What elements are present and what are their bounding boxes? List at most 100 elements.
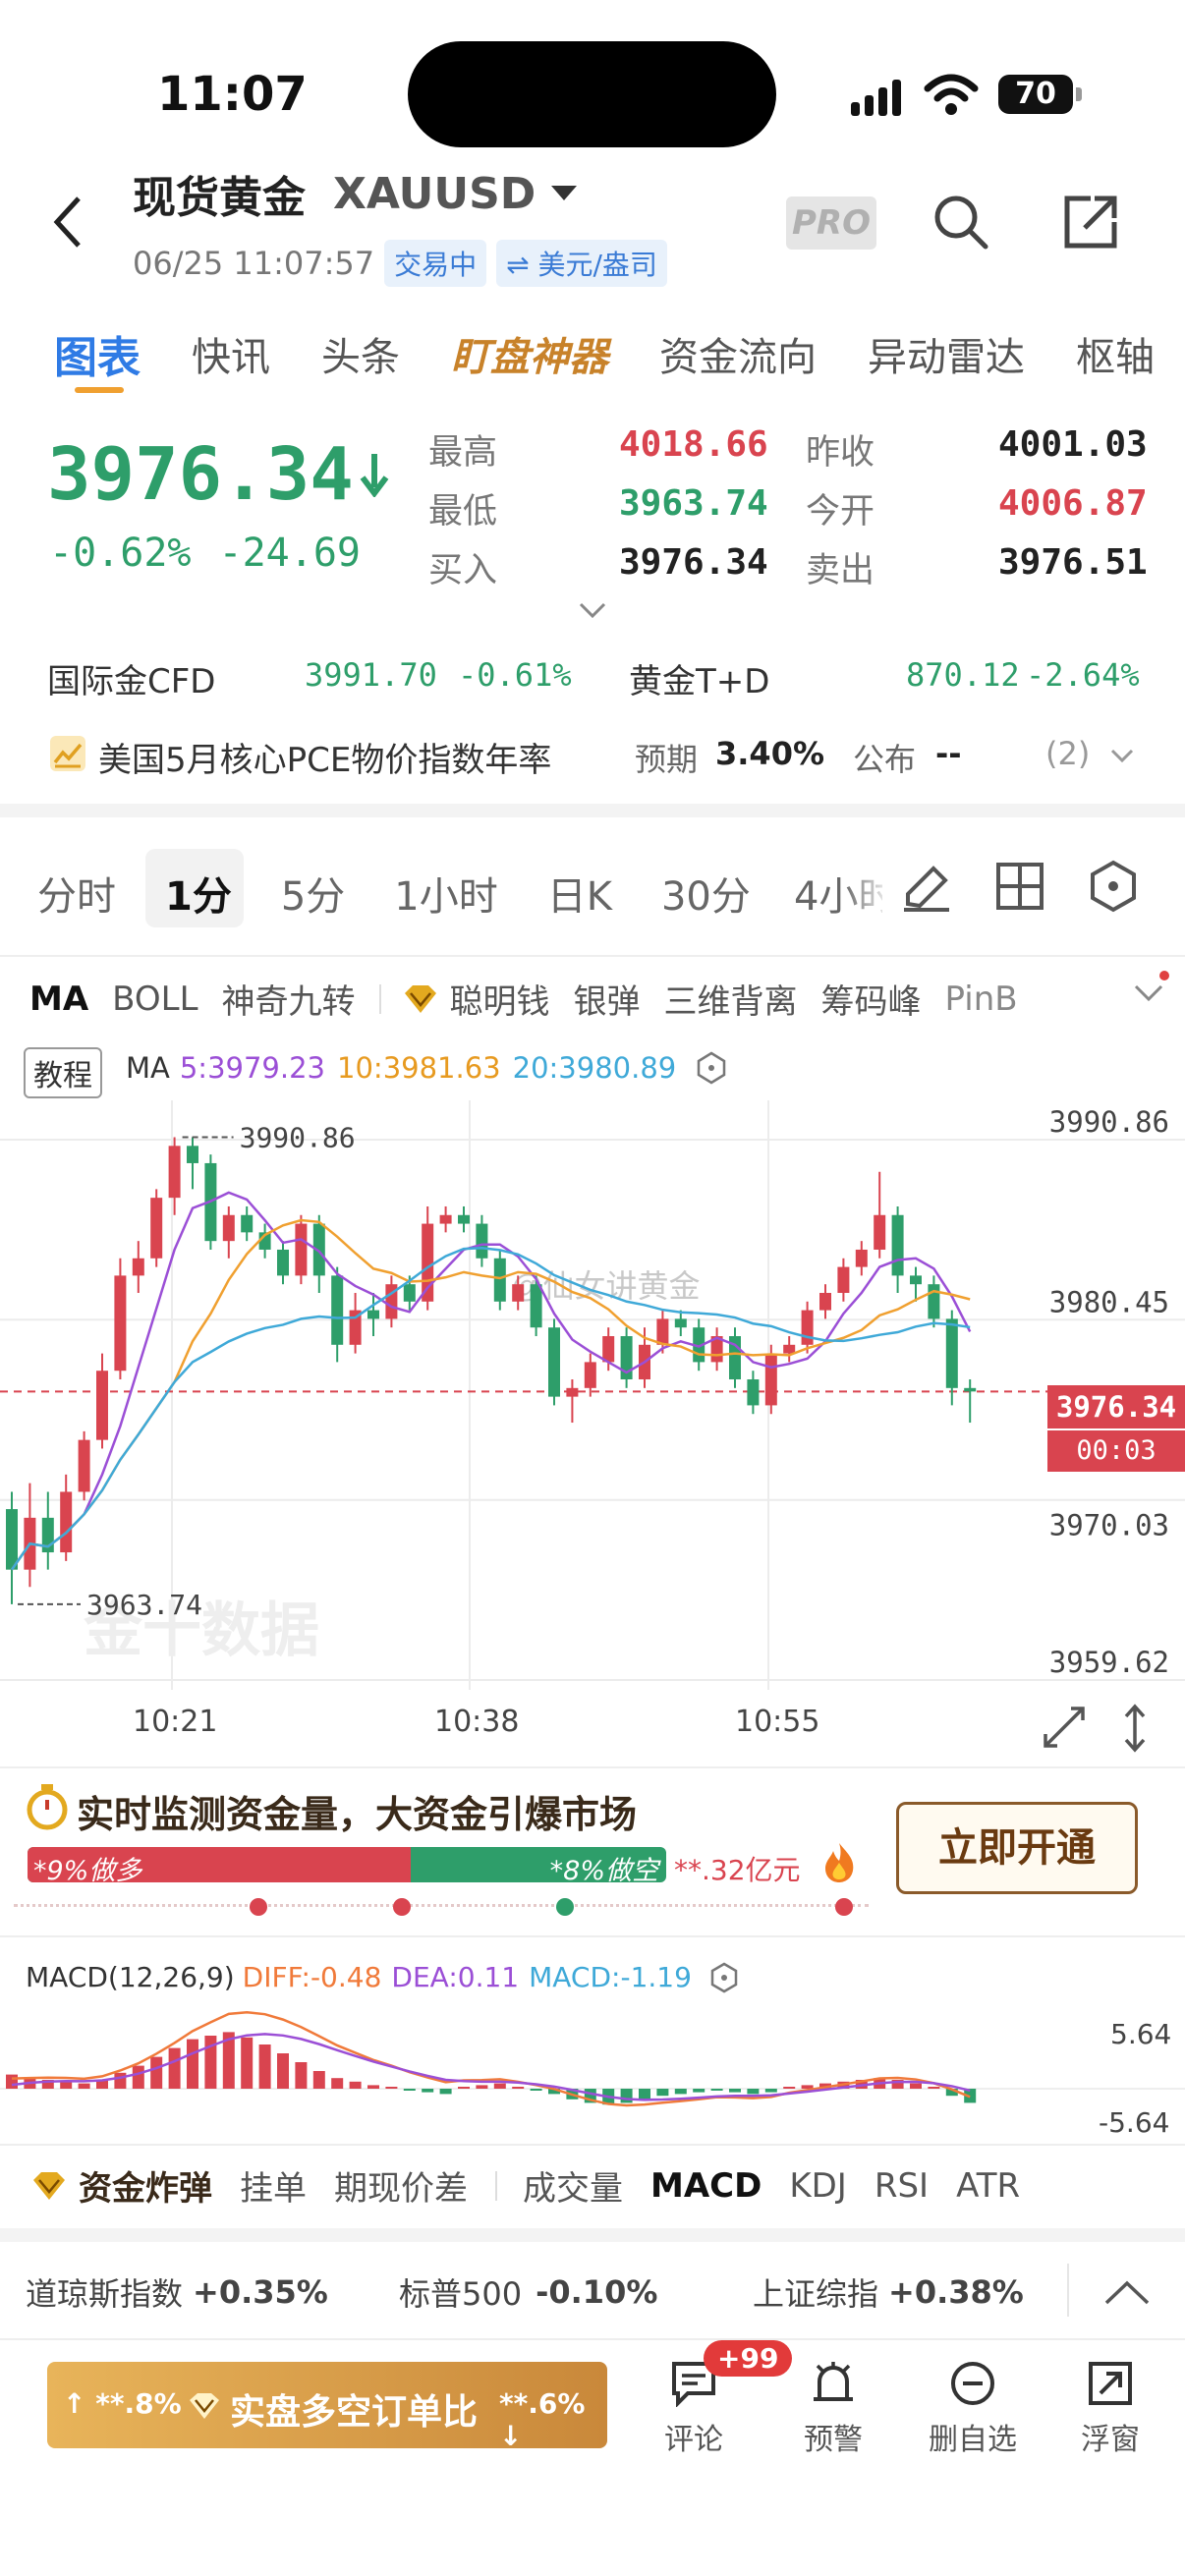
indicator-smart-money[interactable]: 聪明钱 <box>450 975 550 1023</box>
tab-anomaly-radar[interactable]: 异动雷达 <box>868 325 1025 382</box>
sub-tab-volume[interactable]: 成交量 <box>523 2161 623 2210</box>
pro-badge[interactable]: PRO <box>786 196 876 250</box>
sub-tab-atr[interactable]: ATR <box>956 2166 1020 2206</box>
ticker-divider <box>1067 2264 1069 2317</box>
subtitle-row: 06/25 11:07:57 交易中 ⇌ 美元/盎司 <box>133 240 667 287</box>
nav-remove-watchlist[interactable]: 删自选 <box>914 2360 1032 2458</box>
layout-button[interactable] <box>994 861 1045 916</box>
countdown-tag: 00:03 <box>1047 1430 1185 1472</box>
long-pct: ↑ **.8% <box>63 2387 182 2420</box>
macd-histogram-bar <box>367 2085 379 2089</box>
y-axis-label: 3970.03 <box>1049 1509 1169 1542</box>
vertical-scale-button[interactable] <box>1120 1703 1150 1758</box>
period-1min[interactable]: 1分 <box>165 865 232 922</box>
td-change: -2.64% <box>1026 656 1140 694</box>
period-5min[interactable]: 5分 <box>281 865 345 922</box>
fullscreen-button[interactable] <box>1042 1705 1087 1754</box>
x-tick: 10:38 <box>434 1705 520 1739</box>
candle-body <box>928 1284 940 1319</box>
indicator-boll[interactable]: BOLL <box>112 980 198 1019</box>
share-button[interactable] <box>1061 193 1120 255</box>
unit-badge[interactable]: ⇌ 美元/盎司 <box>496 240 667 287</box>
chevron-down-icon <box>579 602 606 619</box>
candle-body <box>241 1214 254 1233</box>
draw-tool-button[interactable] <box>900 861 953 918</box>
chart-settings-button[interactable] <box>1087 859 1140 918</box>
share-icon <box>1064 196 1117 249</box>
macd-histogram-bar <box>783 2087 796 2089</box>
macd-histogram-bar <box>693 2089 705 2093</box>
back-button[interactable] <box>49 193 88 255</box>
bid-label: 买入 <box>428 551 498 590</box>
macd-histogram-bar <box>114 2072 127 2089</box>
nav-float-window[interactable]: 浮窗 <box>1051 2360 1169 2458</box>
sub-tab-kdj[interactable]: KDJ <box>789 2166 847 2206</box>
battery-level: 70 <box>1015 77 1056 111</box>
candle-body <box>747 1379 760 1406</box>
battery-tip <box>1076 87 1082 101</box>
tab-pivot[interactable]: 枢轴 <box>1076 325 1155 382</box>
short-label: *8%做空 <box>549 1856 658 1882</box>
macd-settings-icon[interactable] <box>709 1962 739 1993</box>
search-button[interactable] <box>931 193 990 255</box>
indicator-chip-peak[interactable]: 筹码峰 <box>821 975 922 1023</box>
sub-tab-orders[interactable]: 挂单 <box>240 2161 307 2210</box>
fund-dots <box>14 1904 869 1907</box>
price-marker: 3976.34 00:03 <box>1047 1385 1185 1472</box>
tab-watch-tool[interactable]: 盯盘神器 <box>451 325 608 382</box>
indicator-3d-divergence[interactable]: 三维背离 <box>664 975 798 1023</box>
sub-tab-basis[interactable]: 期现价差 <box>334 2161 468 2210</box>
trading-status-badge: 交易中 <box>384 240 487 287</box>
symbol-dropdown-icon[interactable] <box>549 184 579 203</box>
indicator-magic-nine[interactable]: 神奇九转 <box>222 975 356 1023</box>
macd-chart[interactable] <box>0 2004 1185 2152</box>
activate-button[interactable]: 立即开通 <box>896 1802 1138 1894</box>
indicator-ma[interactable]: MA <box>29 980 88 1019</box>
candle-body <box>78 1439 90 1492</box>
indicator-more-button[interactable] <box>1132 980 1165 1010</box>
tab-fund-flow[interactable]: 资金流向 <box>659 325 817 382</box>
open-value: 4006.87 <box>998 483 1148 524</box>
tab-headlines[interactable]: 头条 <box>321 325 400 382</box>
event-publish-value: -- <box>935 735 962 772</box>
tutorial-button[interactable]: 教程 <box>24 1047 102 1098</box>
period-1hour[interactable]: 1小时 <box>394 865 497 922</box>
vertical-arrows-icon <box>1124 1704 1146 1753</box>
related-td[interactable]: 黄金T+D 870.12 -2.64% <box>629 654 1150 702</box>
sub-tab-rsi[interactable]: RSI <box>875 2166 929 2206</box>
macd-histogram-bar <box>168 2047 181 2089</box>
nav-float-label: 浮窗 <box>1081 2423 1140 2457</box>
period-timeshare[interactable]: 分时 <box>37 865 116 922</box>
expand-quote-button[interactable] <box>578 601 607 625</box>
indicator-silver-bullet[interactable]: 银弹 <box>574 975 641 1023</box>
macd-histogram-bar <box>241 2037 254 2089</box>
indicator-pinbar[interactable]: PinB <box>945 980 1018 1019</box>
event-publish-label: 公布 <box>853 741 917 778</box>
period-30min[interactable]: 30分 <box>661 865 751 922</box>
index-ticker-bar[interactable]: 道琼斯指数 +0.35% 标普500 -0.10% 上证综指 +0.38% <box>0 2242 1185 2340</box>
wifi-icon <box>924 73 979 120</box>
fund-banner[interactable]: 实时监测资金量，大资金引爆市场 *9%做多 *8%做空 **.32亿元 立即开通 <box>0 1768 1185 1935</box>
nav-alert[interactable]: 预警 <box>774 2360 892 2458</box>
order-ratio-button[interactable]: ↑ **.8% 实盘多空订单比 **.6% ↓ <box>47 2362 607 2452</box>
sub-tab-fund-bomb[interactable]: 资金炸弹 <box>79 2161 212 2210</box>
tab-flash-news[interactable]: 快讯 <box>192 325 270 382</box>
low-value: 3963.74 <box>619 483 768 524</box>
sub-tab-separator <box>495 2170 497 2201</box>
signal-icon <box>851 77 906 122</box>
economic-event-row[interactable]: 美国5月核心PCE物价指数年率 预期 3.40% 公布 -- (2) <box>47 731 1138 780</box>
candle-body <box>476 1223 488 1259</box>
candle-body <box>874 1214 886 1250</box>
prev-close-value: 4001.03 <box>998 424 1148 465</box>
dynamic-island <box>408 41 776 147</box>
main-tabs: 图表 快讯 头条 盯盘神器 资金流向 异动雷达 枢轴 <box>54 322 1185 385</box>
tab-chart[interactable]: 图表 <box>54 322 141 385</box>
status-time: 11:07 <box>157 67 308 122</box>
candlestick-chart[interactable]: @仙女讲黄金 金十数据 3990.863980.453970.033959.62… <box>0 1100 1185 1690</box>
ma-settings-icon[interactable] <box>696 1051 727 1085</box>
related-cfd[interactable]: 国际金CFD 3991.70 -0.61% <box>47 654 597 702</box>
chevron-up-icon[interactable] <box>1102 2277 1152 2307</box>
ma5-value: 5:3979.23 <box>179 1051 326 1085</box>
sub-tab-macd[interactable]: MACD <box>650 2166 762 2206</box>
period-daily[interactable]: 日K <box>547 865 612 922</box>
